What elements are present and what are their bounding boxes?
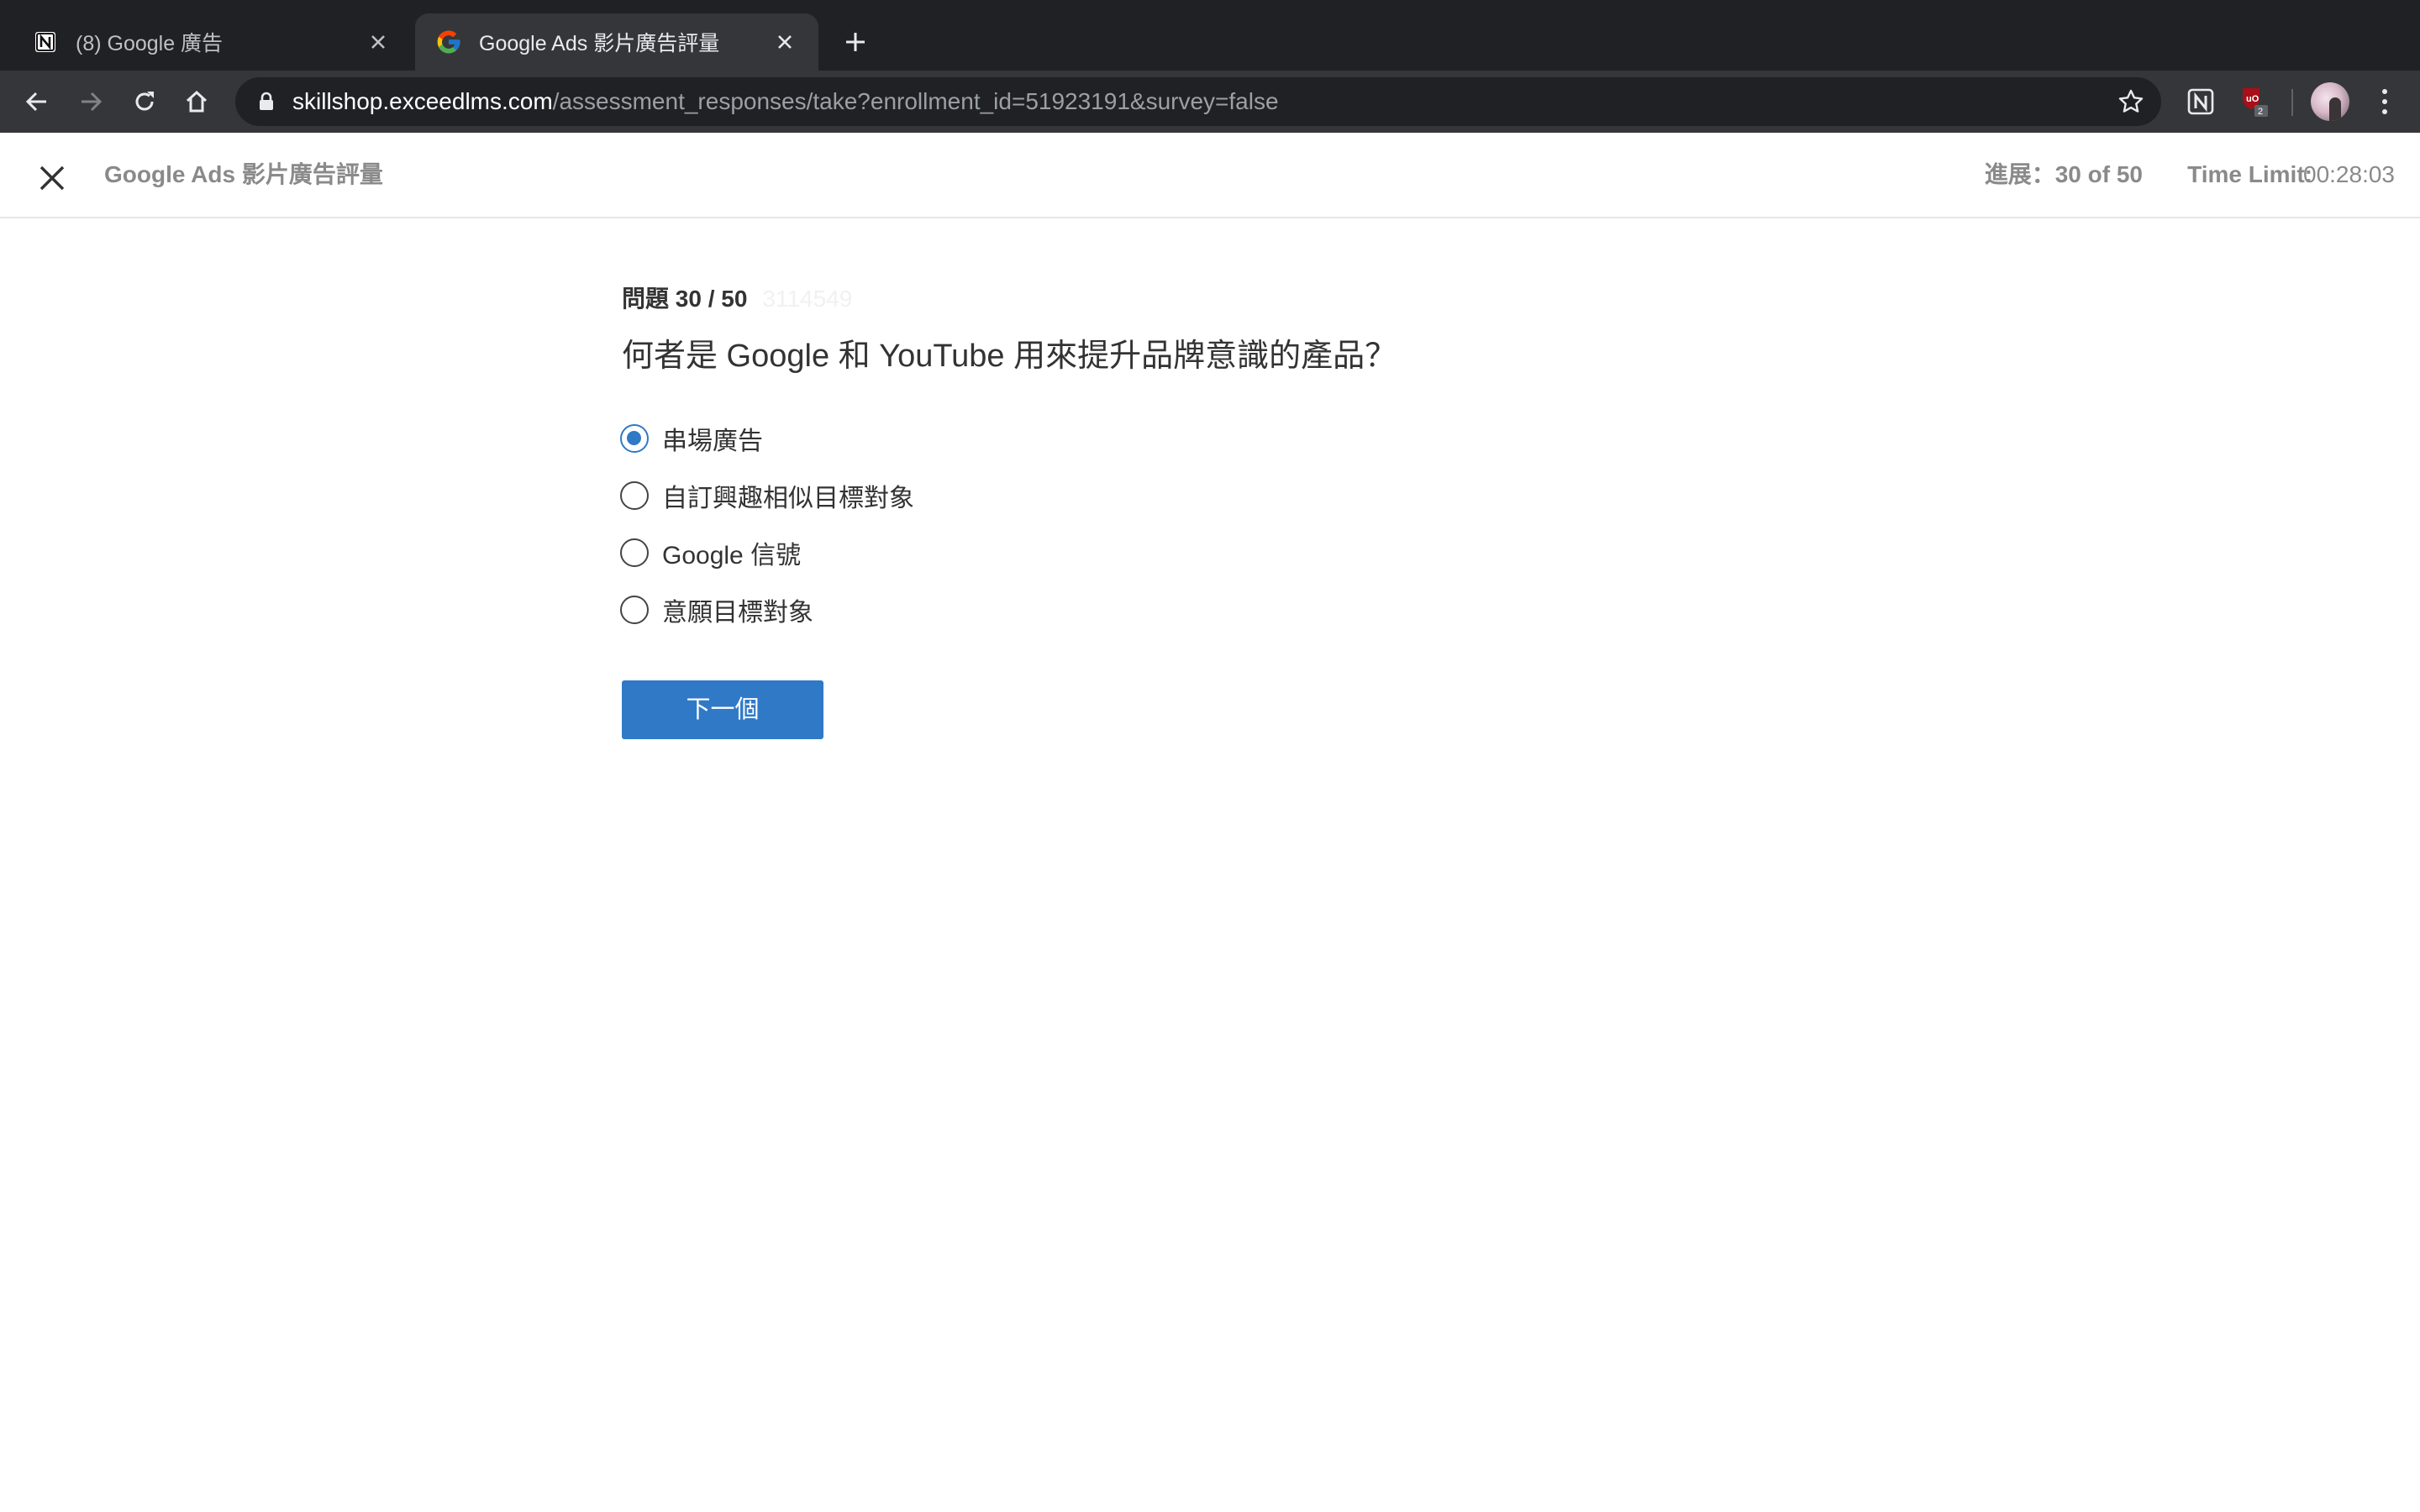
close-icon[interactable]	[32, 158, 72, 198]
answer-option-label[interactable]: 串場廣告	[662, 420, 763, 457]
google-icon	[435, 29, 462, 55]
radio-button[interactable]	[620, 481, 649, 510]
course-title: Google Ads 影片廣告評量	[104, 161, 383, 187]
notion-icon	[32, 29, 59, 55]
answer-option[interactable]: Google 信號	[620, 534, 801, 571]
answer-option[interactable]: 意願目標對象	[620, 591, 813, 628]
reload-icon[interactable]	[124, 81, 165, 122]
bookmark-star-icon[interactable]	[2116, 87, 2146, 117]
tab-title: Google Ads 影片廣告評量	[479, 32, 720, 55]
radio-button-selected[interactable]	[620, 424, 649, 453]
answer-option-label[interactable]: 自訂興趣相似目標對象	[662, 477, 914, 514]
browser-tab-notion[interactable]: (8) Google 廣告	[12, 13, 412, 71]
browser-menu-icon[interactable]	[2368, 82, 2402, 121]
time-limit-value: 00:28:03	[2303, 161, 2395, 187]
lock-icon	[255, 91, 277, 113]
assessment-header: Google Ads 影片廣告評量 進展：30 of 50 Time Limit…	[0, 133, 2420, 218]
address-bar[interactable]: skillshop.exceedlms.com/assessment_respo…	[235, 77, 2161, 126]
toolbar-divider	[2291, 89, 2293, 116]
home-icon[interactable]	[176, 81, 217, 122]
answer-option[interactable]: 串場廣告	[620, 420, 763, 457]
close-tab-icon[interactable]	[771, 29, 798, 55]
ublock-icon[interactable]: uO 2	[2237, 84, 2272, 119]
answer-option-label[interactable]: 意願目標對象	[662, 591, 813, 628]
tab-title: (8) Google 廣告	[76, 32, 224, 55]
notion-extension-icon[interactable]	[2183, 84, 2218, 119]
close-tab-icon[interactable]	[365, 29, 392, 55]
question-number: 問題 30 / 50	[622, 286, 748, 312]
profile-avatar[interactable]	[2311, 82, 2349, 121]
browser-tab-google-ads[interactable]: Google Ads 影片廣告評量	[415, 13, 818, 71]
forward-arrow-icon[interactable]	[71, 81, 111, 122]
progress-indicator: 進展：30 of 50	[1984, 161, 2143, 187]
time-limit-label: Time Limit:	[2187, 161, 2312, 187]
back-arrow-icon[interactable]	[17, 81, 57, 122]
radio-button[interactable]	[620, 596, 649, 624]
next-button[interactable]: 下一個	[622, 680, 823, 739]
svg-text:uO: uO	[2246, 94, 2260, 104]
browser-tab-strip: (8) Google 廣告 Google Ads 影片廣告評量	[0, 0, 2420, 71]
browser-toolbar: skillshop.exceedlms.com/assessment_respo…	[0, 71, 2420, 133]
radio-button[interactable]	[620, 538, 649, 567]
question-text: 何者是 Google 和 YouTube 用來提升品牌意識的產品？	[622, 339, 1397, 374]
question-id: 3114549	[762, 286, 853, 312]
svg-text:2: 2	[2258, 107, 2263, 117]
question-meta: 問題 30 / 50 3114549	[622, 282, 852, 316]
answer-option-label[interactable]: Google 信號	[662, 534, 801, 571]
new-tab-icon[interactable]	[839, 25, 872, 59]
url-text[interactable]: skillshop.exceedlms.com/assessment_respo…	[292, 77, 1279, 126]
answer-option[interactable]: 自訂興趣相似目標對象	[620, 477, 914, 514]
